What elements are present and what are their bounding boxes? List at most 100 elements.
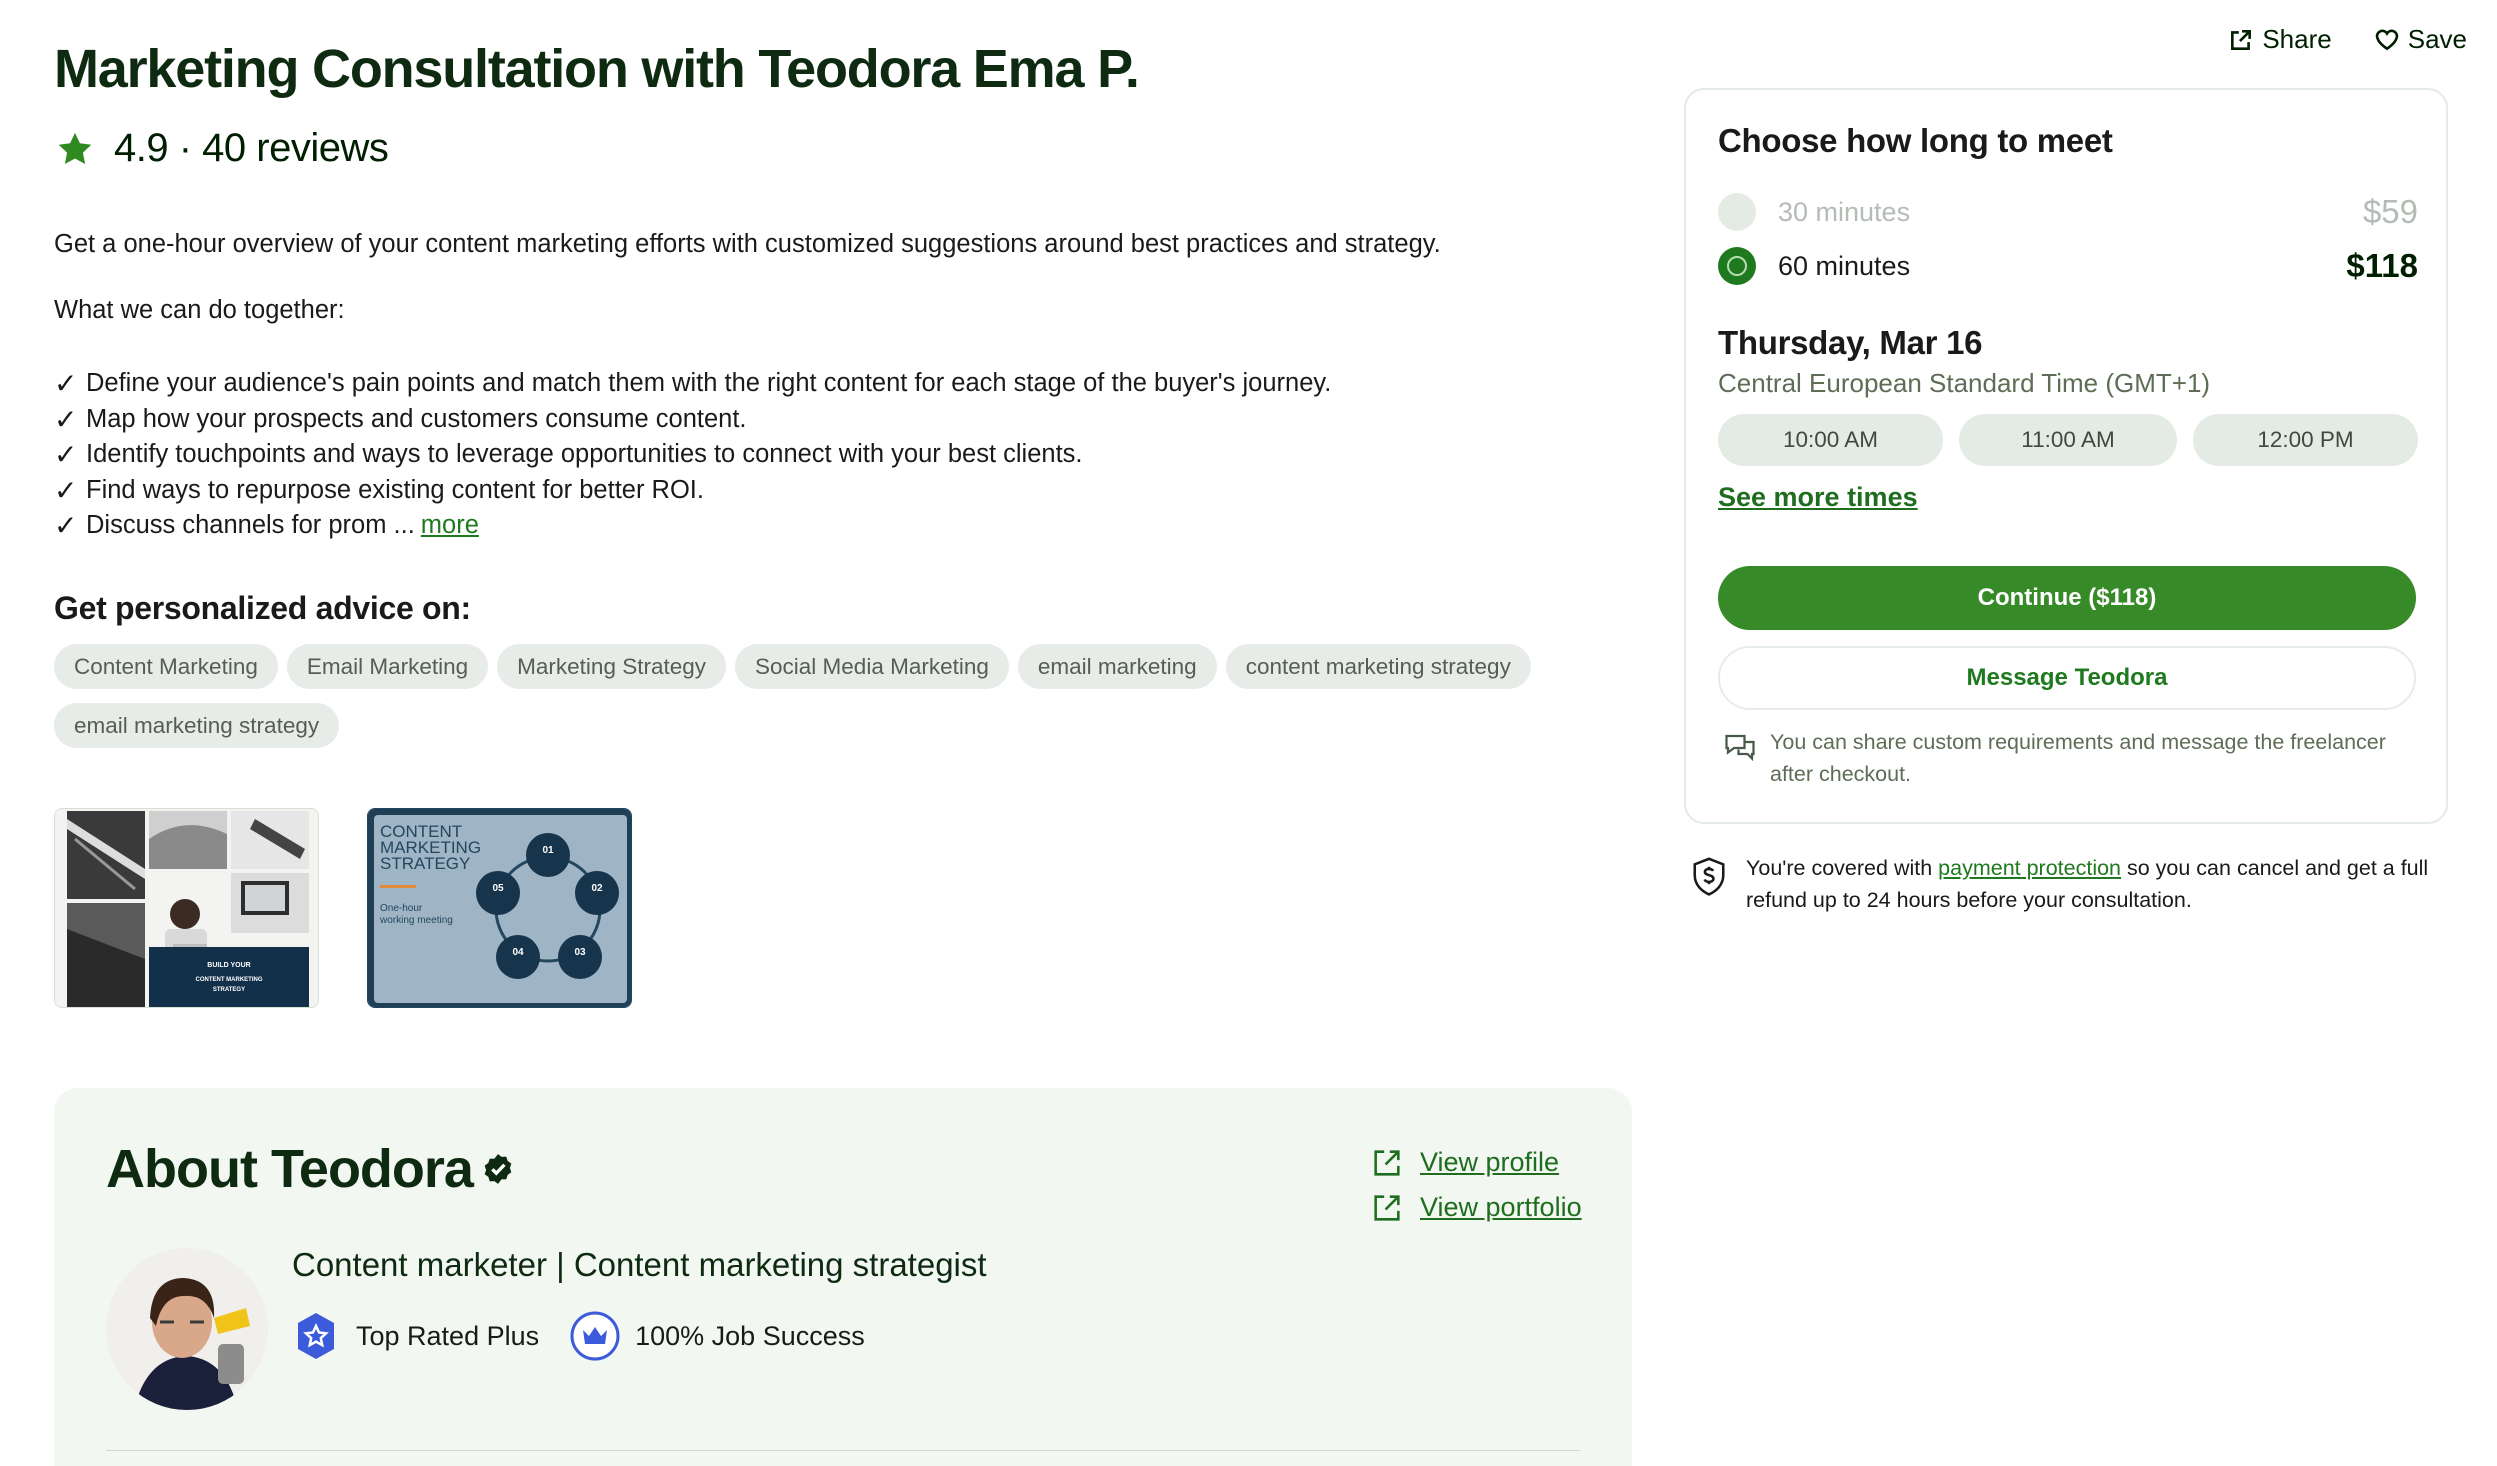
bullet-list: ✓ Define your audience's pain points and … [54, 366, 1331, 544]
view-portfolio-link[interactable]: View portfolio [1370, 1185, 1582, 1230]
share-icon [2231, 29, 2252, 50]
rating-summary[interactable]: 4.9 · 40 reviews [56, 126, 389, 171]
list-item: ✓ Discuss channels for prom ... more [54, 508, 1331, 544]
skill-tag[interactable]: Email Marketing [286, 644, 489, 689]
strategy-wheel-image: CONTENT MARKETING STRATEGY One-hour work… [368, 809, 631, 1007]
list-item: ✓ Define your audience's pain points and … [54, 366, 1331, 402]
protection-text: You're covered with payment protection s… [1746, 852, 2450, 916]
bullet-text: Identify touchpoints and ways to leverag… [86, 440, 1083, 468]
svg-text:02: 02 [591, 883, 603, 894]
radio-button[interactable] [1718, 193, 1756, 231]
checkmark-icon: ✓ [54, 403, 78, 435]
about-heading: About Teodora [106, 1138, 515, 1200]
shield-dollar-icon [1693, 857, 1725, 896]
job-success-label: 100% Job Success [635, 1320, 865, 1351]
view-profile-link[interactable]: View profile [1370, 1140, 1582, 1185]
checkmark-icon: ✓ [54, 510, 78, 541]
star-icon [58, 132, 92, 164]
job-success-badge[interactable]: 100% Job Success [569, 1310, 865, 1362]
booking-heading: Choose how long to meet [1718, 122, 2113, 159]
crown-icon [570, 1311, 620, 1361]
gallery-thumbnail-2[interactable]: CONTENT MARKETING STRATEGY One-hour work… [367, 808, 632, 1008]
heart-icon [2375, 29, 2398, 50]
page-title: Marketing Consultation with Teodora Ema … [54, 39, 1140, 99]
duration-price: $59 [2362, 193, 2418, 230]
radio-button-selected[interactable] [1718, 247, 1756, 285]
skill-tag[interactable]: email marketing [1017, 644, 1217, 689]
gallery: BUILD YOUR CONTENT MARKETING STRATEGY CO… [54, 808, 632, 1008]
save-label: Save [2407, 24, 2467, 54]
svg-text:03: 03 [574, 947, 586, 958]
page: Share Save Marketing Consultation with T… [0, 0, 2497, 1466]
bullet-text: Map how your prospects and customers con… [86, 404, 747, 433]
about-section: About Teodora View profile View portfoli… [54, 1088, 1632, 1466]
checkmark-icon: ✓ [54, 439, 78, 470]
share-label: Share [2262, 24, 2332, 54]
list-item: ✓ Find ways to repurpose existing content… [54, 473, 1331, 509]
skill-tag[interactable]: Social Media Marketing [735, 644, 1009, 689]
booking-card: Choose how long to meet 30 minutes $59 6… [1684, 88, 2448, 824]
avatar-photo [106, 1248, 268, 1410]
collage-image: BUILD YOUR CONTENT MARKETING STRATEGY [55, 809, 318, 1007]
external-link-icon [1374, 1149, 1400, 1176]
more-link[interactable]: more [421, 508, 479, 544]
svg-text:05: 05 [492, 883, 504, 894]
duration-label: 60 minutes [1778, 250, 1911, 281]
advice-heading: Get personalized advice on: [54, 590, 471, 626]
checkmark-icon: ✓ [54, 368, 78, 399]
time-slots: 10:00 AM 11:00 AM 12:00 PM [1718, 414, 2418, 466]
top-rated-plus-badge[interactable]: Top Rated Plus [290, 1310, 539, 1362]
checkout-note-text: You can share custom requirements and me… [1770, 730, 2386, 786]
payment-protection-note: You're covered with payment protection s… [1690, 852, 2450, 916]
top-rated-plus-label: Top Rated Plus [356, 1320, 540, 1351]
save-button[interactable]: Save [2374, 24, 2467, 55]
rating-text: 4.9 · 40 reviews [114, 126, 389, 170]
svg-text:STRATEGY: STRATEGY [380, 854, 470, 873]
divider [106, 1450, 1580, 1451]
gallery-thumbnail-1[interactable]: BUILD YOUR CONTENT MARKETING STRATEGY [54, 808, 319, 1008]
radio-dot [1727, 256, 1747, 276]
svg-text:01: 01 [542, 845, 554, 856]
view-portfolio-label: View portfolio [1420, 1192, 1582, 1222]
badges: Top Rated Plus 100% Job Success [290, 1310, 895, 1362]
chat-bubbles-icon [1725, 734, 1755, 762]
payment-protection-link[interactable]: payment protection [1938, 856, 2121, 880]
svg-text:One-hour: One-hour [380, 903, 423, 914]
description-intro: Get a one-hour overview of your content … [54, 230, 1441, 258]
continue-button[interactable]: Continue ($118) [1718, 566, 2416, 630]
bullet-text: Define your audience's pain points and m… [86, 369, 1332, 397]
svg-text:CONTENT MARKETING: CONTENT MARKETING [196, 977, 263, 983]
bullet-text: Discuss channels for prom ... [86, 511, 415, 539]
skill-tag[interactable]: email marketing strategy [54, 703, 340, 748]
top-rated-plus-icon [298, 1313, 334, 1359]
skill-tag[interactable]: Marketing Strategy [497, 644, 727, 689]
share-button[interactable]: Share [2228, 24, 2332, 55]
skill-tag[interactable]: content marketing strategy [1225, 644, 1531, 689]
checkout-note: You can share custom requirements and me… [1722, 726, 2422, 790]
skill-tag[interactable]: Content Marketing [54, 644, 278, 689]
freelancer-headline: Content marketer | Content marketing str… [292, 1246, 987, 1283]
time-slot[interactable]: 11:00 AM [1959, 414, 2177, 466]
svg-text:04: 04 [512, 947, 524, 958]
message-button[interactable]: Message Teodora [1718, 646, 2416, 710]
top-actions: Share Save [2186, 24, 2467, 55]
selected-date: Thursday, Mar 16 [1718, 324, 1983, 361]
external-link-icon [1374, 1194, 1400, 1221]
time-slot[interactable]: 10:00 AM [1718, 414, 1943, 466]
list-item: ✓ Identify touchpoints and ways to levera… [54, 437, 1331, 473]
checkmark-icon: ✓ [54, 474, 78, 506]
duration-option-30[interactable]: 30 minutes $59 [1718, 192, 2418, 232]
timezone-label: Central European Standard Time (GMT+1) [1718, 368, 2211, 398]
verified-badge-icon [484, 1154, 512, 1184]
time-slot[interactable]: 12:00 PM [2193, 414, 2418, 466]
svg-text:BUILD YOUR: BUILD YOUR [207, 962, 250, 969]
see-more-times-link[interactable]: See more times [1718, 482, 1918, 513]
duration-option-60[interactable]: 60 minutes $118 [1718, 246, 2418, 286]
duration-price: $118 [2346, 247, 2418, 284]
about-links: View profile View portfolio [1370, 1140, 1582, 1230]
avatar[interactable] [106, 1248, 268, 1410]
svg-text:working meeting: working meeting [379, 915, 453, 926]
what-heading: What we can do together: [54, 296, 345, 324]
duration-label: 30 minutes [1778, 196, 1911, 227]
bullet-text: Find ways to repurpose existing content … [86, 475, 704, 504]
